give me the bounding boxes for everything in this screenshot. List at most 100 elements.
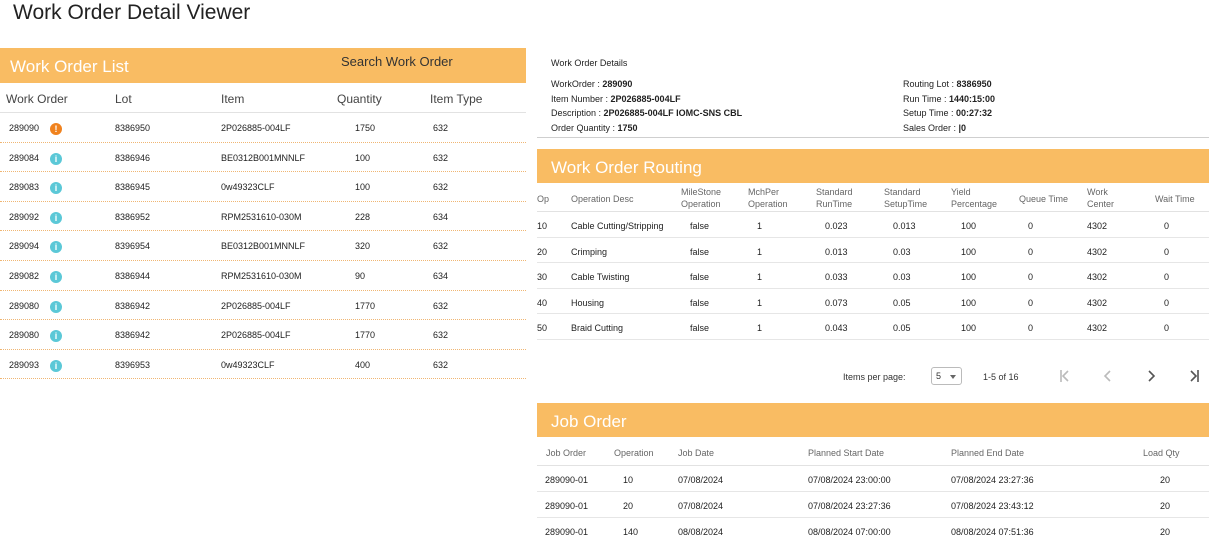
table-row[interactable]: 289080 8386942 2P026885-004LF 1770 632 i (0, 320, 526, 350)
detail-label: Run Time : (903, 94, 950, 104)
table-row[interactable]: 50 Braid Cutting false 1 0.043 0.05 100 0 4302 0 (537, 314, 1209, 340)
table-row[interactable]: 289090-01 10 07/08/2024 07/08/2024 23:00:00… (537, 466, 1209, 492)
table-row[interactable]: 289083 8386945 0w49323CLF 100 632 i (0, 172, 526, 202)
routing-cell: 1 (757, 221, 763, 231)
routing-column-header[interactable]: Wait Time (1155, 193, 1195, 205)
detail-field: Sales Order : |0 (903, 123, 966, 133)
column-item[interactable]: Item (221, 92, 244, 106)
cell-type: 632 (433, 300, 449, 311)
cell-lot: 8396954 (115, 241, 151, 252)
page-title: Work Order Detail Viewer (13, 1, 251, 24)
info-icon[interactable]: i (50, 270, 62, 283)
column-item-type[interactable]: Item Type (430, 92, 482, 106)
routing-column-header[interactable]: Queue Time (1019, 193, 1068, 205)
info-icon[interactable]: i (50, 359, 62, 372)
table-row[interactable]: 289090 8386950 2P026885-004LF 1750 632! (0, 113, 526, 143)
next-page-button[interactable] (1141, 367, 1161, 385)
routing-cell: 100 (961, 297, 977, 308)
info-icon[interactable]: i (50, 152, 62, 165)
cell-qty: 1770 (355, 330, 376, 341)
table-row[interactable]: 30 Cable Twisting false 1 0.033 0.03 100 0 4302 0 (537, 263, 1209, 289)
first-page-button[interactable] (1055, 367, 1075, 385)
routing-cell: 0 (1028, 323, 1034, 334)
routing-column-line2: RunTime (816, 199, 853, 209)
routing-cell: Braid Cutting (571, 323, 624, 334)
routing-column-header[interactable]: Work Center (1087, 186, 1114, 210)
routing-column-header[interactable]: Operation Desc (571, 193, 634, 205)
job-order-cell: 08/08/2024 07:00:00 (808, 527, 891, 537)
routing-cell: 0.043 (825, 323, 848, 334)
table-row[interactable]: 289084 8386946 BE0312B001MNNLF 100 632 i (0, 143, 526, 173)
cell-qty: 100 (355, 182, 371, 193)
job-order-column-header[interactable]: Operation (614, 448, 654, 458)
job-order-rows: 289090-01 10 07/08/2024 07/08/2024 23:00:00… (537, 466, 1209, 539)
table-row[interactable]: 20 Crimping false 1 0.013 0.03 100 0 4302 0 (537, 238, 1209, 264)
job-order-cell: 289090-01 (545, 527, 589, 537)
routing-paginator: Items per page: 5 1-5 of 16 (537, 364, 1209, 388)
column-lot[interactable]: Lot (115, 92, 132, 106)
routing-column-line1: Standard (816, 187, 853, 197)
cell-qty: 90 (355, 270, 366, 281)
routing-column-line1: Wait Time (1155, 194, 1195, 204)
table-row[interactable]: 289090-01 20 07/08/2024 07/08/2024 23:27:36… (537, 492, 1209, 518)
routing-column-line1: Op (537, 194, 550, 204)
cell-type: 632 (433, 241, 449, 252)
table-row[interactable]: 289094 8396954 BE0312B001MNNLF 320 632 i (0, 231, 526, 261)
info-icon[interactable]: i (50, 241, 62, 254)
routing-cell: 0.05 (893, 297, 911, 308)
routing-column-header[interactable]: MileStone Operation (681, 186, 721, 210)
search-work-order-button[interactable]: Search Work Order (341, 54, 453, 69)
cell-item: 2P026885-004LF (221, 300, 291, 311)
routing-cell: 0 (1028, 297, 1034, 308)
table-row[interactable]: 10 Cable Cutting/Stripping false 1 0.023 0.01… (537, 212, 1209, 238)
table-row[interactable]: 289090-01 140 08/08/2024 08/08/2024 07:00:0… (537, 518, 1209, 539)
job-order-cell: 20 (623, 501, 634, 511)
page-size-select[interactable]: 5 (931, 367, 962, 385)
routing-column-header[interactable]: Standard RunTime (816, 186, 853, 210)
routing-cell: 0.023 (825, 221, 848, 231)
table-row[interactable]: 289080 8386942 2P026885-004LF 1770 632 i (0, 291, 526, 321)
routing-column-line1: Yield (951, 187, 971, 197)
cell-item: 2P026885-004LF (221, 330, 291, 341)
job-order-column-header[interactable]: Load Qty (1143, 448, 1180, 458)
job-order-column-header[interactable]: Planned Start Date (808, 448, 884, 458)
routing-cell: 0.03 (893, 272, 911, 283)
info-icon[interactable]: i (50, 300, 62, 313)
warning-icon[interactable]: ! (50, 123, 62, 135)
info-icon[interactable]: i (50, 182, 62, 195)
cell-wo: 289080 (9, 330, 40, 341)
table-row[interactable]: 40 Housing false 1 0.073 0.05 100 0 4302 0 (537, 289, 1209, 315)
cell-type: 632 (433, 182, 449, 193)
cell-wo: 289094 (9, 241, 40, 252)
info-icon[interactable]: i (50, 211, 62, 224)
routing-column-header[interactable]: Op (537, 193, 549, 205)
job-order-cell: 289090-01 (545, 501, 589, 511)
routing-column-header[interactable]: Standard SetupTime (884, 186, 927, 210)
cell-item: RPM2531610-030M (221, 211, 302, 222)
job-order-column-header[interactable]: Job Date (678, 448, 714, 458)
cell-wo: 289084 (9, 152, 40, 163)
column-work-order[interactable]: Work Order (6, 92, 68, 106)
previous-page-button[interactable] (1098, 367, 1118, 385)
last-page-button[interactable] (1184, 367, 1204, 385)
detail-label: Order Quantity : (551, 123, 618, 133)
column-quantity[interactable]: Quantity (337, 92, 382, 106)
job-order-column-header[interactable]: Planned End Date (951, 448, 1024, 458)
routing-column-header[interactable]: MchPer Operation (748, 186, 788, 210)
cell-item: 0w49323CLF (221, 359, 275, 370)
table-row[interactable]: 289093 8396953 0w49323CLF 400 632 i (0, 350, 526, 380)
routing-cell: 20 (537, 246, 548, 257)
info-icon[interactable]: i (50, 330, 62, 343)
routing-column-line1: Operation Desc (571, 194, 634, 204)
routing-cell: 0 (1164, 297, 1170, 308)
table-row[interactable]: 289082 8386944 RPM2531610-030M 90 634 i (0, 261, 526, 291)
table-row[interactable]: 289092 8386952 RPM2531610-030M 228 634 i (0, 202, 526, 232)
routing-cell: 0.05 (893, 323, 911, 334)
job-order-column-header[interactable]: Job Order (546, 448, 586, 458)
chevron-down-icon (950, 375, 956, 379)
detail-field: Description : 2P026885-004LF IOMC-SNS CB… (551, 108, 742, 118)
first-page-icon (1060, 370, 1069, 382)
routing-column-header[interactable]: Yield Percentage (951, 186, 997, 210)
cell-wo: 289090 (9, 123, 40, 133)
routing-column-line1: Work (1087, 187, 1108, 197)
